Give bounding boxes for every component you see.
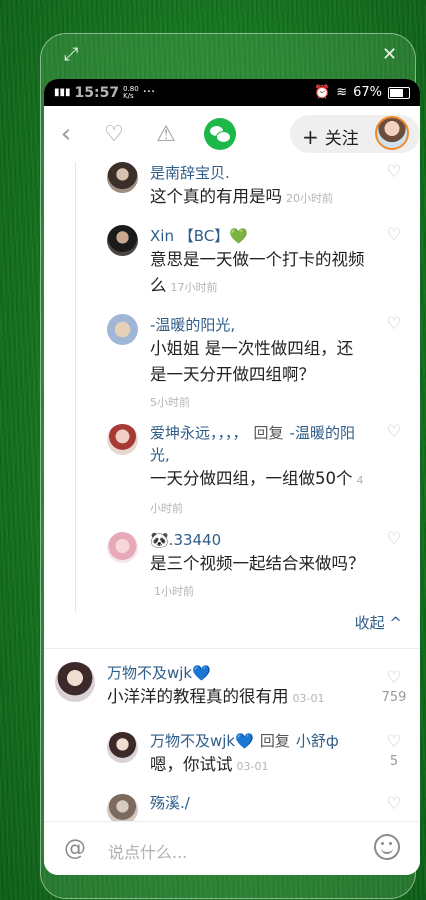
like-count: 759 [381, 690, 407, 705]
divider [44, 648, 420, 649]
like-heart-icon[interactable]: ♡ [386, 316, 402, 333]
avatar[interactable] [107, 314, 138, 345]
reply-word: 回复 [259, 732, 290, 750]
timestamp: 5小时前 [150, 396, 190, 409]
timestamp: 03-01 [236, 760, 269, 773]
emoji-icon[interactable] [374, 834, 400, 860]
status-dots: ··· [142, 85, 156, 100]
battery-percent: 67% [353, 85, 382, 100]
comment-item: 万物不及wjk💙 小洋洋的教程真的很有用 03-01 [107, 662, 367, 712]
username-line: 万物不及wjk💙 回复 小舒ф [150, 730, 380, 752]
follow-button[interactable]: + 关注 [302, 124, 359, 149]
avatar[interactable] [107, 532, 138, 563]
like-heart-icon[interactable]: ♡ [386, 164, 402, 181]
alarm-icon: ⏰ [314, 85, 331, 100]
avatar[interactable] [107, 794, 138, 822]
reply-text: 小姐姐 是一次性做四组，还是一天分开做四组啊？ 5小时前 [150, 339, 354, 409]
mention-at-icon[interactable]: @ [64, 836, 86, 861]
username[interactable]: Xin 【BC】💚 [150, 225, 370, 247]
timestamp: 1小时前 [154, 585, 194, 598]
back-arrow-icon[interactable]: ‹ [52, 119, 80, 149]
wifi-icon: ≋ [336, 85, 348, 100]
battery-icon [388, 86, 410, 99]
reply-text: 是三个视频一起结合来做吗？1小时前 [150, 554, 365, 598]
avatar[interactable] [107, 732, 138, 763]
reply-item: 殇溪./ [150, 792, 400, 814]
expand-window-icon[interactable]: ⤢ [64, 44, 78, 65]
reply-text: 一天分做四组，一组做50个 4小时前 [150, 469, 364, 515]
username[interactable]: 殇溪./ [150, 792, 400, 814]
wechat-share-icon[interactable] [204, 118, 236, 150]
comment-input[interactable]: 说点什么... [108, 839, 187, 863]
reply-text: 意思是一天做一个打卡的视频么 17小时前 [150, 250, 365, 295]
like-heart-icon[interactable]: ♡ [386, 670, 402, 687]
reply-target[interactable]: 小舒ф [296, 732, 339, 750]
app-window: ▮▮▮ 15:57 0.80 K/s ··· ⏰ ≋ 67% ‹ ♡ ⚠ + 关注 … [44, 79, 420, 875]
status-time: 15:57 [74, 84, 120, 101]
comment-text: 小洋洋的教程真的很有用 03-01 [107, 687, 325, 706]
timestamp: 20小时前 [286, 192, 333, 205]
comment-input-bar: @ 说点什么... [44, 821, 420, 875]
reply-item: 爱坤永远，，，， 回复 -温暖的阳光, 一天分做四组，一组做50个 4小时前 [150, 422, 365, 522]
warning-report-icon[interactable]: ⚠ [152, 120, 180, 148]
avatar[interactable] [107, 162, 138, 193]
like-heart-icon[interactable]: ♡ [386, 734, 402, 751]
timestamp: 03-01 [292, 692, 325, 705]
like-heart-icon[interactable]: ♡ [386, 531, 402, 548]
signal-icon: ▮▮▮ [54, 87, 71, 98]
comment-list: 是南辞宝贝. 这个真的有用是吗 20小时前 ♡ Xin 【BC】💚 意思是一天做一… [44, 162, 420, 822]
reply-item: -温暖的阳光, 小姐姐 是一次性做四组，还是一天分开做四组啊？ 5小时前 [150, 314, 365, 416]
username[interactable]: 爱坤永远，，，， [150, 424, 248, 442]
network-speed: 0.80 K/s [123, 84, 139, 100]
avatar[interactable] [55, 662, 95, 702]
reply-word: 回复 [253, 424, 284, 442]
like-heart-icon[interactable]: ♡ [386, 227, 402, 244]
username[interactable]: 是南辞宝贝. [150, 162, 400, 184]
reply-item: 是南辞宝贝. 这个真的有用是吗 20小时前 [150, 162, 400, 212]
reply-text: 嗯，你试试 03-01 [150, 755, 269, 774]
username[interactable]: 🐼.33440 [150, 529, 365, 551]
username-line: 爱坤永远，，，， 回复 -温暖的阳光, [150, 422, 365, 466]
like-count: 5 [389, 754, 399, 769]
thread-line [75, 162, 76, 612]
collapse-replies-link[interactable]: 收起 ^ [355, 612, 402, 633]
like-heart-icon[interactable]: ♡ [386, 796, 402, 813]
author-avatar[interactable] [375, 116, 409, 150]
status-bar: ▮▮▮ 15:57 0.80 K/s ··· ⏰ ≋ 67% [44, 79, 420, 106]
close-window-icon[interactable]: ✕ [382, 44, 397, 65]
like-heart-icon[interactable]: ♡ [386, 424, 402, 441]
reply-item: 万物不及wjk💙 回复 小舒ф 嗯，你试试 03-01 [150, 730, 380, 780]
reply-text: 这个真的有用是吗 20小时前 [150, 187, 333, 206]
avatar[interactable] [107, 225, 138, 256]
timestamp: 17小时前 [170, 281, 218, 294]
heart-outline-icon[interactable]: ♡ [100, 120, 128, 148]
avatar[interactable] [107, 424, 138, 455]
username[interactable]: 万物不及wjk💙 [150, 732, 254, 750]
reply-item: Xin 【BC】💚 意思是一天做一个打卡的视频么 17小时前 [150, 225, 370, 301]
top-toolbar: ‹ ♡ ⚠ + 关注 [44, 106, 420, 162]
reply-item: 🐼.33440 是三个视频一起结合来做吗？1小时前 [150, 529, 365, 605]
username[interactable]: -温暖的阳光, [150, 314, 365, 336]
username[interactable]: 万物不及wjk💙 [107, 662, 367, 684]
